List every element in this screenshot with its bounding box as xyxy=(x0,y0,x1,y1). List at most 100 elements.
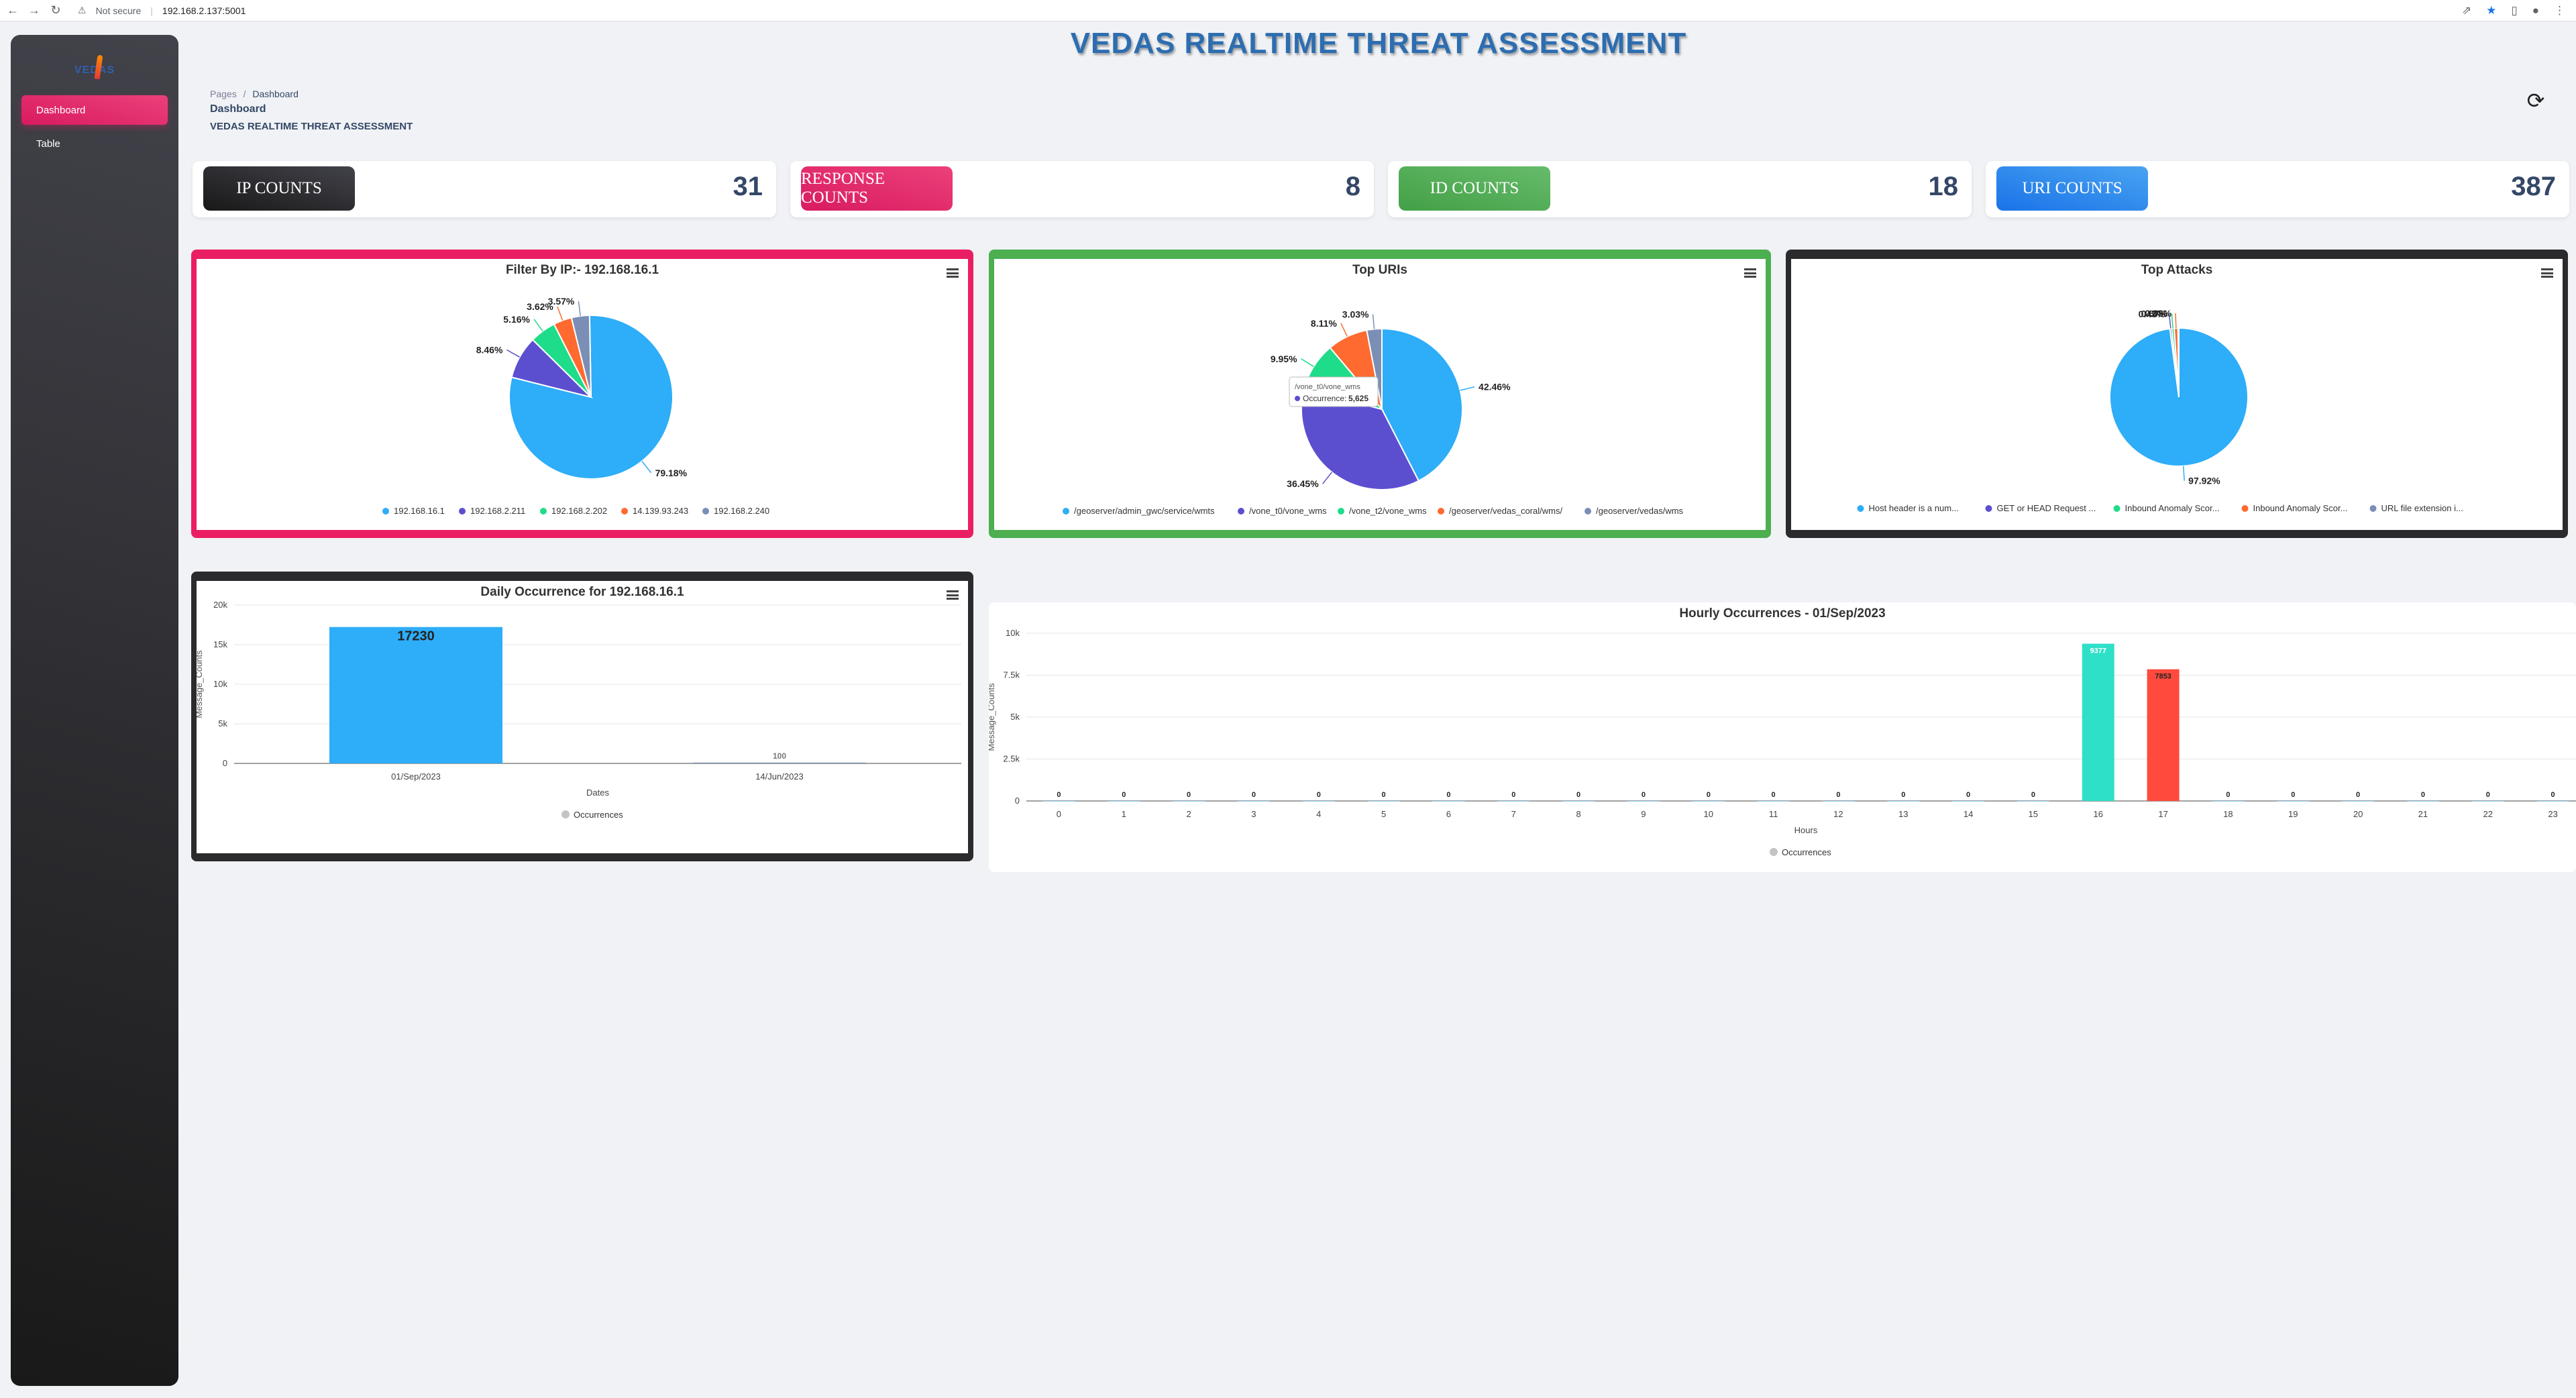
bar-data-label: 0 xyxy=(2421,791,2425,799)
pie-leader-line xyxy=(641,461,652,474)
warning-icon[interactable]: ⚠ xyxy=(78,5,87,16)
pie-leader-line xyxy=(1322,472,1332,484)
bar-data-label: 0 xyxy=(1966,791,1970,799)
breadcrumb-root[interactable]: Pages xyxy=(210,89,237,99)
y-tick-label: 10k xyxy=(213,679,227,689)
pie-chart-top-uris: 42.46% 36.45% 9.95% 8.11% 3.03% /geoserver/ad… xyxy=(1063,309,1684,516)
stat-value: 18 xyxy=(1928,172,1959,201)
bar xyxy=(1302,801,1335,802)
y-axis-label: Message_Counts xyxy=(989,683,996,751)
x-tick-label: 2 xyxy=(1186,809,1191,819)
chart-title: Filter By IP:- 192.168.16.1 xyxy=(505,263,659,277)
pie-chart-top-attacks: 97.92%0.43%0.57%0.88%Host header is a nu… xyxy=(1857,308,2463,513)
sidebar-item-table[interactable]: Table xyxy=(21,129,168,158)
stat-label-chip[interactable]: ID COUNTS xyxy=(1399,166,1550,211)
legend-marker xyxy=(1985,505,1992,512)
bar xyxy=(2212,801,2245,802)
security-label[interactable]: Not secure xyxy=(96,5,142,16)
stat-card-uri: URI COUNTS 387 xyxy=(1986,161,2569,217)
legend-marker xyxy=(540,508,547,515)
forward-arrow-icon[interactable]: → xyxy=(28,3,40,17)
legend-label: /geoserver/vedas_coral/wms/ xyxy=(1449,506,1562,516)
y-tick-label: 15k xyxy=(213,639,227,649)
x-tick-label: 21 xyxy=(2418,809,2428,819)
x-axis-label: Dates xyxy=(586,788,609,798)
x-tick-label: 6 xyxy=(1446,809,1451,819)
bar-data-label: 0 xyxy=(1576,791,1580,799)
hamburger-menu-icon[interactable] xyxy=(947,590,959,600)
pie-data-label: 0.88% xyxy=(2145,308,2171,319)
bar xyxy=(1042,801,1075,802)
hamburger-menu-icon[interactable] xyxy=(2541,268,2553,278)
tooltip-title: /vone_t0/vone_wms xyxy=(1295,383,1360,391)
reload-icon[interactable]: ↻ xyxy=(50,3,62,17)
sidebar-item-dashboard[interactable]: Dashboard xyxy=(21,95,168,125)
bar-data-label: 0 xyxy=(1772,791,1776,799)
legend-label: Occurrences xyxy=(1782,847,1831,857)
stat-label-chip[interactable]: IP COUNTS xyxy=(203,166,355,211)
x-tick-label: 19 xyxy=(2288,809,2298,819)
x-tick-label: 12 xyxy=(1833,809,1843,819)
x-tick-label: 5 xyxy=(1381,809,1386,819)
hamburger-menu-icon[interactable] xyxy=(1744,268,1756,278)
stat-card-response: RESPONSE COUNTS 8 xyxy=(790,161,1374,217)
x-tick-label: 3 xyxy=(1251,809,1256,819)
browser-actions: ⇗ ★ ▯ ● ⋮ xyxy=(2462,4,2565,17)
bar-chart-daily-occurrence: 0 5k 10k 15k 20k 01/Sep/2023 17230 14/Jun/2023 1… xyxy=(194,600,961,820)
bar xyxy=(329,627,502,763)
refresh-icon[interactable]: ⟳ xyxy=(2524,89,2548,113)
bar-data-label: 0 xyxy=(2291,791,2295,799)
y-tick-label: 5k xyxy=(218,718,227,729)
stat-label-chip[interactable]: URI COUNTS xyxy=(1996,166,2148,211)
pie-leader-line xyxy=(1372,314,1375,329)
bar xyxy=(1562,801,1595,802)
x-tick-label: 17 xyxy=(2158,809,2167,819)
y-tick-label: 0 xyxy=(1015,796,1020,806)
x-tick-label: 11 xyxy=(1769,809,1778,819)
bar-data-label: 0 xyxy=(1122,791,1126,799)
x-tick-label: 8 xyxy=(1576,809,1580,819)
x-tick-label: 1 xyxy=(1122,809,1126,819)
bar-data-label: 100 xyxy=(773,751,786,761)
legend-marker xyxy=(1585,508,1591,515)
address-bar[interactable]: 192.168.2.137:5001 xyxy=(162,5,246,16)
legend-marker xyxy=(2241,505,2249,512)
y-tick-label: 20k xyxy=(213,600,227,610)
bar xyxy=(1822,801,1855,802)
bar-data-label: 0 xyxy=(2031,791,2035,799)
chart-title: Daily Occurrence for 192.168.16.1 xyxy=(480,585,684,599)
bar xyxy=(2406,801,2439,802)
stat-label-chip[interactable]: RESPONSE COUNTS xyxy=(801,166,953,211)
profile-icon[interactable]: ● xyxy=(2532,4,2539,17)
x-tick-label: 16 xyxy=(2094,809,2103,819)
bar xyxy=(2147,669,2180,801)
bookmark-star-icon[interactable]: ★ xyxy=(2486,4,2496,17)
x-tick-label: 0 xyxy=(1057,809,1061,819)
y-tick-label: 5k xyxy=(1010,712,1020,722)
legend-label: 14.139.93.243 xyxy=(633,506,688,516)
chart-card-top-attacks: Top Attacks 97.92% 0.43% 0.57% 0.88% Host he… xyxy=(1786,250,2568,538)
legend-label: Inbound Anomaly Scor... xyxy=(2253,503,2348,513)
pie-data-label: 42.46% xyxy=(1479,382,1511,392)
x-tick-label: 4 xyxy=(1316,809,1321,819)
legend-label: Inbound Anomaly Scor... xyxy=(2125,503,2220,513)
share-icon[interactable]: ⇗ xyxy=(2462,4,2471,17)
back-arrow-icon[interactable]: ← xyxy=(7,3,19,17)
bar-data-label: 0 xyxy=(1317,791,1321,799)
kebab-menu-icon[interactable]: ⋮ xyxy=(2554,4,2565,17)
bar-data-label: 0 xyxy=(1252,791,1256,799)
x-tick-label: 20 xyxy=(2353,809,2363,819)
bar xyxy=(1887,801,1920,802)
bar xyxy=(2536,801,2569,802)
chart-card-top-uris: Top URIs 42.46% 36.45% 9.95% 8.11% 3.03% /geo… xyxy=(989,250,1771,538)
legend-marker xyxy=(2369,505,2377,512)
bar-data-label: 0 xyxy=(2551,791,2555,799)
bar-data-label: 9377 xyxy=(2090,647,2106,655)
breadcrumb: Pages / Dashboard xyxy=(210,89,299,99)
legend-label: 192.168.2.202 xyxy=(551,506,607,516)
hamburger-menu-icon[interactable] xyxy=(947,268,959,278)
legend-label: /vone_t2/vone_wms xyxy=(1349,506,1427,516)
bar xyxy=(2082,643,2114,801)
x-tick-label: 14/Jun/2023 xyxy=(755,771,804,782)
side-panel-icon[interactable]: ▯ xyxy=(2511,4,2517,17)
